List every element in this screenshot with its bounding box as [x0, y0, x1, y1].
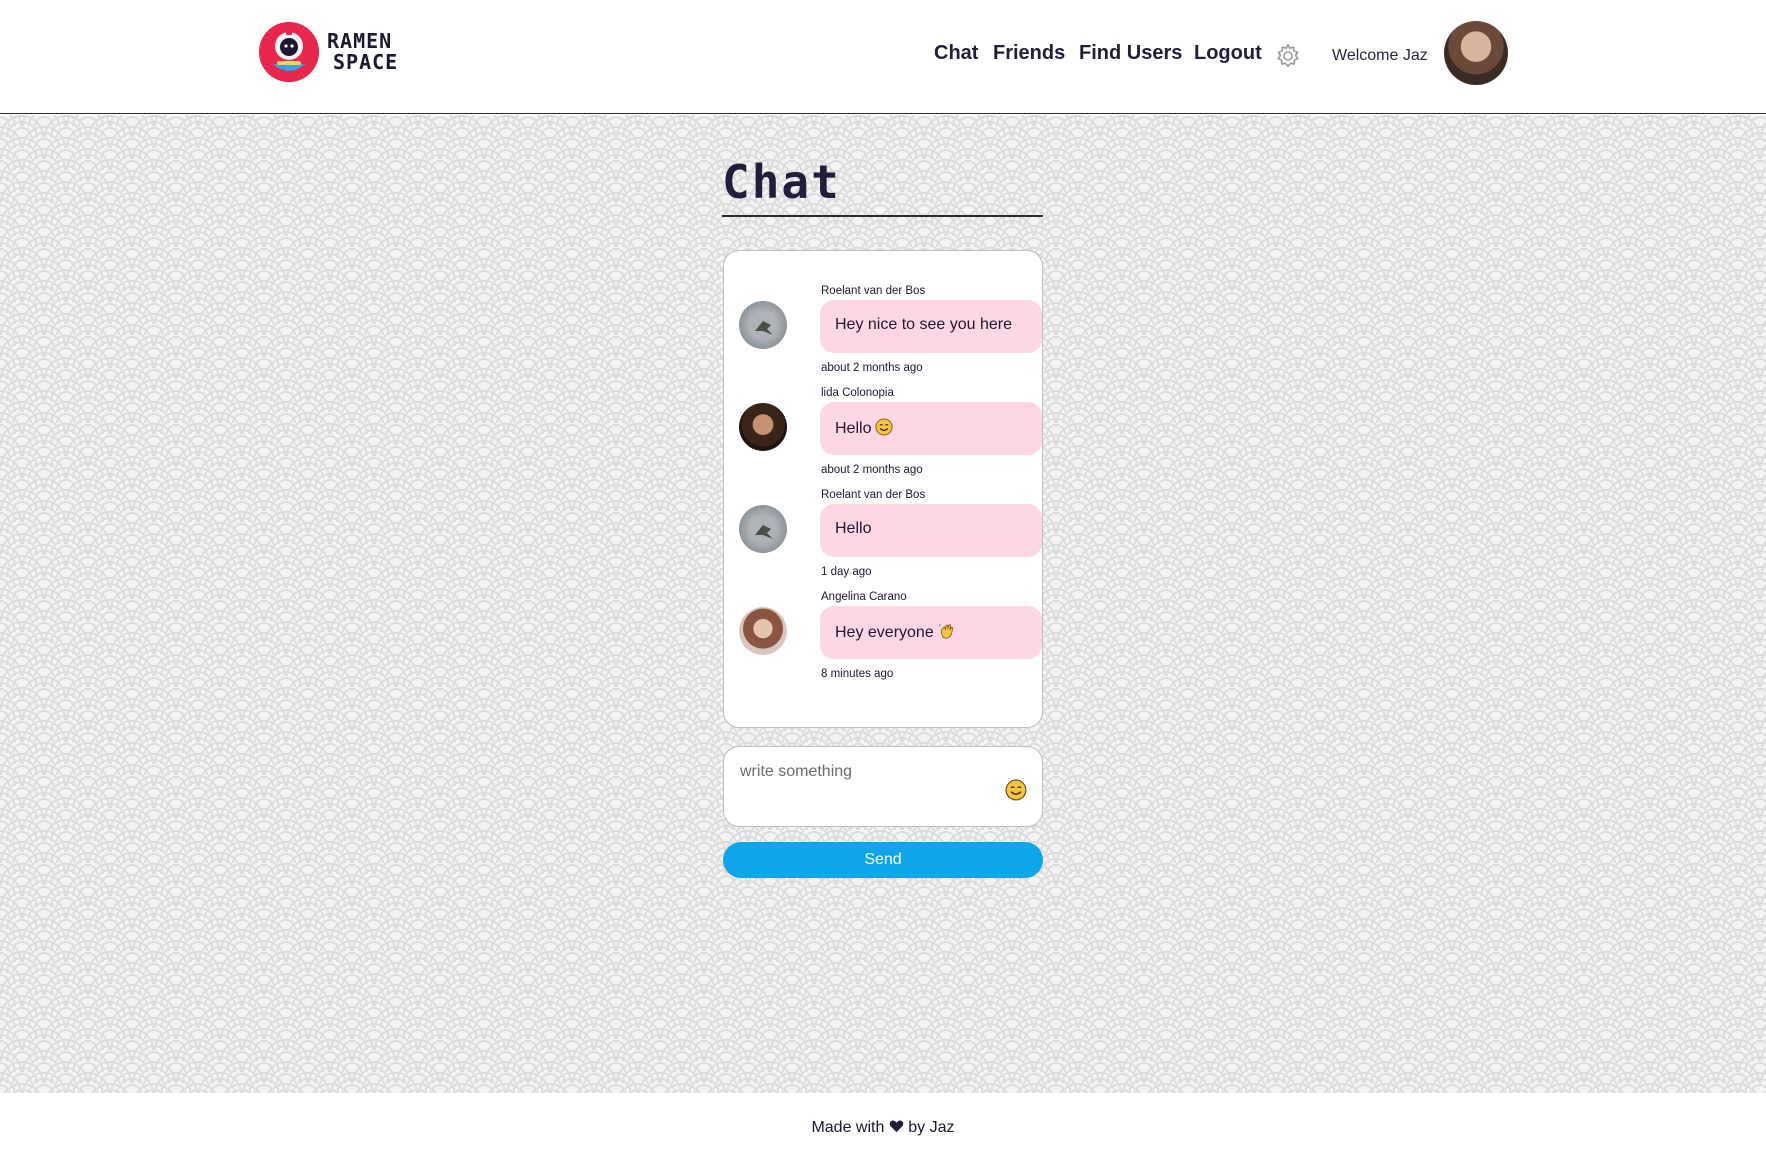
welcome-text: Welcome Jaz: [1332, 47, 1428, 64]
gear-icon[interactable]: [1275, 43, 1301, 69]
waving-hand-emoji-icon: [938, 623, 953, 639]
message-text: Hey nice to see you here: [835, 316, 1012, 333]
logo-wordmark: RAMEN SPACE: [327, 31, 398, 73]
nav-chat-link[interactable]: Chat: [934, 42, 978, 65]
author-avatar[interactable]: [739, 607, 787, 655]
astronaut-ramen-logo-icon: [259, 22, 319, 82]
nav-find-users-link[interactable]: Find Users: [1079, 42, 1182, 65]
message-text: Hello: [835, 520, 872, 537]
page-title: Chat: [722, 155, 841, 209]
smiling-face-emoji-icon: [875, 418, 894, 436]
message-timestamp: about 2 months ago: [821, 362, 923, 374]
chat-message: Angelina Carano Hey everyone 8 minutes a…: [739, 588, 1042, 688]
nav-friends-link[interactable]: Friends: [993, 42, 1065, 65]
page-footer: Made with by Jaz: [0, 1093, 1766, 1163]
chat-message: lida Colonopia Hello about 2 months ago: [739, 384, 1042, 484]
chat-page: Chat Roelant van der Bos Hey nice to see…: [0, 115, 1766, 1093]
emoji-picker-icon[interactable]: [1005, 779, 1027, 801]
message-bubble: Hello: [820, 504, 1042, 557]
message-text: Hey everyone: [835, 624, 934, 641]
message-author: Roelant van der Bos: [821, 285, 926, 297]
nav-logout-link[interactable]: Logout: [1194, 42, 1262, 65]
chat-message: Roelant van der Bos Hey nice to see you …: [739, 282, 1042, 382]
message-timestamp: 1 day ago: [821, 566, 872, 578]
message-author: Angelina Carano: [821, 591, 907, 603]
logo-line-2: SPACE: [333, 50, 399, 74]
message-author: Roelant van der Bos: [821, 489, 926, 501]
author-avatar[interactable]: [739, 505, 787, 553]
top-navbar: RAMEN SPACE Chat Friends Find Users Logo…: [0, 0, 1766, 114]
message-bubble: Hello: [820, 402, 1042, 455]
user-avatar[interactable]: [1444, 21, 1508, 85]
message-text: Hello: [835, 420, 872, 437]
title-divider: [722, 215, 1043, 217]
message-composer: [723, 746, 1043, 827]
message-input[interactable]: [738, 761, 992, 815]
message-bubble: Hey everyone: [820, 606, 1042, 659]
author-avatar[interactable]: [739, 301, 787, 349]
message-timestamp: 8 minutes ago: [821, 668, 894, 680]
footer-prefix: Made with: [811, 1119, 885, 1136]
message-bubble: Hey nice to see you here: [820, 300, 1042, 353]
footer-suffix: by Jaz: [908, 1119, 955, 1136]
message-author: lida Colonopia: [821, 387, 894, 399]
chat-message: Roelant van der Bos Hello 1 day ago: [739, 486, 1042, 586]
logo-line-1: RAMEN: [327, 29, 393, 53]
send-button[interactable]: Send: [723, 842, 1043, 878]
message-timestamp: about 2 months ago: [821, 464, 923, 476]
author-avatar[interactable]: [739, 403, 787, 451]
heart-icon: [889, 1120, 904, 1133]
chat-messages-panel[interactable]: Roelant van der Bos Hey nice to see you …: [723, 250, 1043, 728]
ramen-space-logo[interactable]: RAMEN SPACE: [259, 22, 398, 82]
